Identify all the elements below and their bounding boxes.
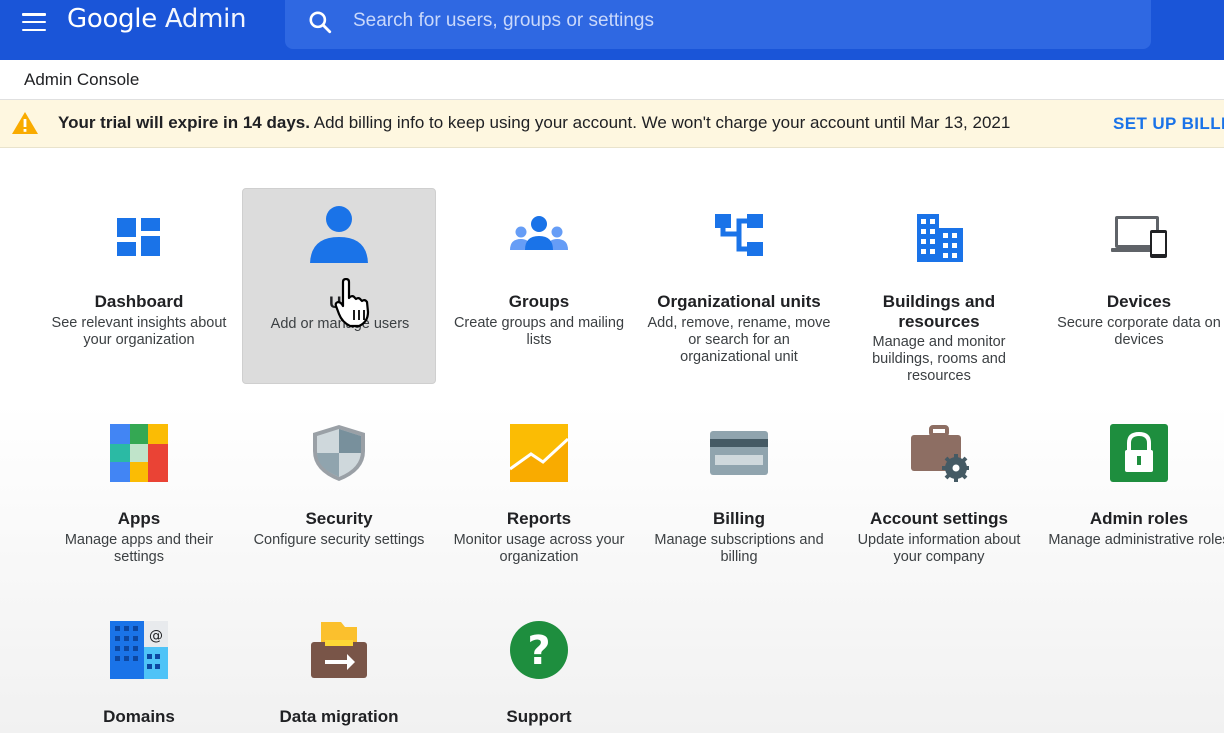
- svg-text:?: ?: [527, 628, 550, 674]
- svg-text:@: @: [149, 628, 163, 644]
- dashboard-icon: [117, 218, 160, 256]
- tile-description: Create groups and mailing lists: [453, 315, 625, 348]
- search-icon[interactable]: [307, 9, 333, 35]
- tile-admin-roles[interactable]: Admin roles Manage administrative roles: [1042, 405, 1224, 595]
- tile-billing[interactable]: Billing Manage subscriptions and billing: [642, 405, 836, 595]
- tile-description: Manage apps and their settings: [64, 532, 214, 565]
- tile-title: Apps: [117, 509, 161, 528]
- tile-apps[interactable]: Apps Manage apps and their settings: [42, 405, 236, 595]
- tile-title: Us: [329, 293, 351, 312]
- tile-title: Buildings and resources: [882, 292, 996, 331]
- main-menu-button[interactable]: [20, 10, 48, 34]
- tile-title: Groups: [508, 292, 570, 311]
- devices-icon: [1111, 216, 1167, 258]
- search-input[interactable]: [353, 6, 1113, 36]
- tile-title: Dashboard: [94, 292, 184, 311]
- set-up-billing-link[interactable]: SET UP BILLIN: [1113, 114, 1224, 134]
- tile-description: Manage administrative roles: [1048, 532, 1224, 548]
- tile-description: Configure security settings: [253, 532, 425, 548]
- trial-banner: Your trial will expire in 14 days. Add b…: [0, 100, 1224, 148]
- tile-title: Devices: [1106, 292, 1172, 311]
- tile-title: Account settings: [870, 509, 1008, 528]
- menu-icon-line: [22, 13, 46, 16]
- tile-description: Update information about your company: [857, 532, 1021, 565]
- user-icon: [310, 206, 368, 263]
- data-migration-icon: [311, 622, 367, 678]
- menu-icon-line: [22, 28, 46, 31]
- tile-description: Manage subscriptions and billing: [654, 532, 824, 565]
- tile-description: Monitor usage across your organization: [453, 532, 625, 565]
- breadcrumb: Admin Console: [0, 60, 1224, 100]
- warning-icon: [12, 112, 38, 134]
- reports-icon: [509, 424, 569, 482]
- tile-title: Admin roles: [1089, 509, 1189, 528]
- logo-admin-text: Admin: [164, 4, 247, 34]
- tile-title: Organizational units: [657, 292, 821, 311]
- apps-icon: [110, 424, 168, 482]
- tile-description: Secure corporate data on devices: [1057, 315, 1221, 348]
- tile-title: Domains: [103, 707, 175, 726]
- tile-buildings-and-resources[interactable]: Buildings and resources Manage and monit…: [842, 188, 1036, 384]
- tile-description: See relevant insights about your organiz…: [51, 315, 227, 348]
- credit-card-icon: [710, 431, 768, 475]
- top-app-bar: Google Admin: [0, 0, 1224, 60]
- tile-title: Reports: [506, 509, 572, 528]
- groups-icon: [510, 216, 568, 250]
- domains-icon: @: [110, 621, 168, 679]
- breadcrumb-label: Admin Console: [24, 70, 140, 89]
- tile-data-migration[interactable]: Data migration: [242, 603, 436, 733]
- tile-description: Manage and monitor buildings, rooms and …: [872, 334, 1006, 384]
- tile-support[interactable]: ? Support: [442, 603, 636, 733]
- logo-google-text: Google: [67, 4, 157, 34]
- tile-dashboard[interactable]: Dashboard See relevant insights about yo…: [42, 188, 236, 384]
- tile-reports[interactable]: Reports Monitor usage across your organi…: [442, 405, 636, 595]
- search-bar[interactable]: [285, 0, 1151, 49]
- shield-icon: [313, 425, 365, 481]
- tile-title: Security: [305, 509, 373, 528]
- lock-icon: [1110, 424, 1168, 482]
- tile-organizational-units[interactable]: Organizational units Add, remove, rename…: [642, 188, 836, 384]
- trial-info-text: Add billing info to keep using your acco…: [309, 113, 1011, 132]
- tile-security[interactable]: Security Configure security settings: [242, 405, 436, 595]
- tile-devices[interactable]: Devices Secure corporate data on devices: [1042, 188, 1224, 384]
- tile-groups[interactable]: Groups Create groups and mailing lists: [442, 188, 636, 384]
- help-icon: ?: [510, 621, 568, 679]
- tile-description: Add, remove, rename, move or search for …: [647, 315, 831, 365]
- briefcase-gear-icon: [911, 425, 969, 482]
- tile-account-settings[interactable]: Account settings Update information abou…: [842, 405, 1036, 595]
- trial-message: Your trial will expire in 14 days. Add b…: [58, 113, 1010, 133]
- tile-users[interactable]: Us Add or manage users: [242, 188, 436, 384]
- building-icon: [917, 214, 963, 262]
- tile-title: Data migration: [279, 707, 399, 726]
- google-admin-logo[interactable]: Google Admin: [67, 4, 247, 40]
- trial-expiry-text: Your trial will expire in 14 days.: [58, 113, 310, 132]
- org-units-icon: [715, 214, 763, 256]
- tile-description: Add or manage users: [270, 316, 410, 332]
- menu-icon-line: [22, 20, 46, 24]
- tile-domains[interactable]: @ Domains: [42, 603, 236, 733]
- tile-title: Support: [506, 707, 572, 726]
- tile-title: Billing: [713, 509, 765, 528]
